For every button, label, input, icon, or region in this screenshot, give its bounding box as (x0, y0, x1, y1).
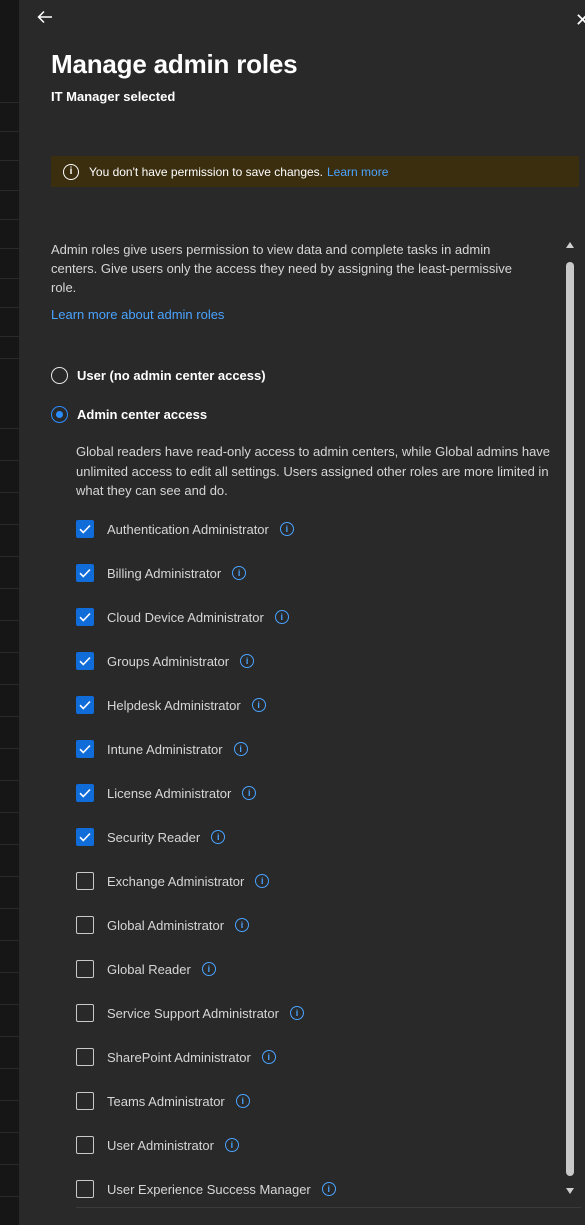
info-icon[interactable]: i (211, 830, 226, 844)
radio-unselected-icon (51, 367, 68, 384)
info-icon[interactable]: i (255, 874, 270, 888)
role-item: Security Reader i (76, 815, 556, 859)
role-label: Cloud Device Administrator (107, 609, 264, 625)
panel-title: Manage admin roles (51, 49, 298, 79)
role-checkbox[interactable] (76, 1004, 94, 1022)
close-button[interactable]: ✕ (575, 8, 585, 32)
role-label: Security Reader (107, 829, 201, 845)
role-item: Global Reader i (76, 947, 556, 991)
info-icon[interactable]: i (321, 1182, 336, 1196)
role-checkbox[interactable] (76, 1048, 94, 1066)
role-checkbox[interactable] (76, 872, 94, 890)
admin-roles-description: Admin roles give users permission to vie… (51, 242, 513, 295)
arrow-left-icon (36, 9, 54, 31)
role-item: Helpdesk Administrator i (76, 683, 556, 727)
role-label: SharePoint Administrator (107, 1049, 251, 1065)
role-item: Billing Administrator i (76, 551, 556, 595)
info-icon[interactable]: i (224, 1138, 239, 1152)
radio-selected-icon (51, 406, 68, 423)
info-icon[interactable]: i (201, 962, 216, 976)
role-checkbox[interactable] (76, 784, 94, 802)
role-label: Teams Administrator (107, 1093, 225, 1109)
info-icon[interactable]: i (274, 610, 289, 624)
role-label: User Experience Success Manager (107, 1181, 311, 1197)
info-icon[interactable]: i (233, 742, 248, 756)
role-label: Service Support Administrator (107, 1005, 279, 1021)
role-item: Teams Administrator i (76, 1079, 556, 1123)
close-icon: ✕ (575, 10, 585, 30)
radio-admin-center-access[interactable]: Admin center access (51, 406, 207, 423)
role-checkbox[interactable] (76, 916, 94, 934)
scroll-down-icon[interactable] (566, 1188, 574, 1194)
admin-access-description: Global readers have read-only access to … (76, 444, 551, 498)
back-button[interactable] (33, 8, 57, 32)
role-checkbox[interactable] (76, 652, 94, 670)
info-icon[interactable]: i (251, 698, 266, 712)
role-label: License Administrator (107, 785, 232, 801)
role-item: Cloud Device Administrator i (76, 595, 556, 639)
scroll-up-icon[interactable] (566, 242, 574, 248)
info-icon[interactable]: i (279, 522, 294, 536)
info-icon[interactable]: i (235, 918, 250, 932)
role-label: Intune Administrator (107, 741, 223, 757)
roles-list: Authentication Administrator i Billing Ad… (76, 507, 556, 1211)
role-label: Authentication Administrator (107, 521, 269, 537)
radio-user-no-access[interactable]: User (no admin center access) (51, 367, 266, 384)
role-checkbox[interactable] (76, 740, 94, 758)
role-item: Global Administrator i (76, 903, 556, 947)
role-checkbox[interactable] (76, 960, 94, 978)
list-divider (76, 1207, 581, 1208)
radio-label: User (no admin center access) (77, 368, 266, 383)
info-icon[interactable]: i (240, 654, 255, 668)
roles-scroll-area[interactable]: Admin roles give users permission to vie… (51, 236, 585, 1225)
role-item: Exchange Administrator i (76, 859, 556, 903)
role-checkbox[interactable] (76, 608, 94, 626)
manage-admin-roles-panel: ✕ Manage admin roles IT Manager selected… (19, 0, 585, 1225)
permission-warning-banner: i You don't have permission to save chan… (51, 156, 579, 187)
role-item: Intune Administrator i (76, 727, 556, 771)
role-label: Helpdesk Administrator (107, 697, 241, 713)
role-checkbox[interactable] (76, 520, 94, 538)
role-checkbox[interactable] (76, 1136, 94, 1154)
role-label: Groups Administrator (107, 653, 230, 669)
role-label: Exchange Administrator (107, 873, 245, 889)
scrollbar-thumb[interactable] (566, 262, 574, 1176)
role-label: Global Reader (107, 961, 191, 977)
role-checkbox[interactable] (76, 564, 94, 582)
role-item: License Administrator i (76, 771, 556, 815)
banner-text: You don't have permission to save change… (89, 164, 323, 179)
info-icon[interactable]: i (232, 566, 247, 580)
role-item: Groups Administrator i (76, 639, 556, 683)
role-checkbox[interactable] (76, 828, 94, 846)
role-item: SharePoint Administrator i (76, 1035, 556, 1079)
info-icon[interactable]: i (289, 1006, 304, 1020)
role-checkbox[interactable] (76, 1180, 94, 1198)
role-item: Authentication Administrator i (76, 507, 556, 551)
learn-more-admin-roles-link[interactable]: Learn more about admin roles (51, 307, 224, 322)
info-icon[interactable]: i (242, 786, 257, 800)
role-item: User Administrator i (76, 1123, 556, 1167)
role-item: User Experience Success Manager i (76, 1167, 556, 1211)
radio-label: Admin center access (77, 407, 208, 422)
banner-learn-more-link[interactable]: Learn more (327, 165, 388, 179)
background-page (0, 0, 19, 1225)
role-checkbox[interactable] (76, 1092, 94, 1110)
role-label: User Administrator (107, 1137, 214, 1153)
info-icon[interactable]: i (235, 1094, 250, 1108)
info-icon[interactable]: i (261, 1050, 276, 1064)
role-checkbox[interactable] (76, 696, 94, 714)
info-icon: i (63, 163, 79, 180)
vertical-scrollbar[interactable] (564, 238, 576, 1225)
role-label: Global Administrator (107, 917, 225, 933)
role-item: Service Support Administrator i (76, 991, 556, 1035)
panel-subtitle: IT Manager selected (51, 89, 176, 104)
role-label: Billing Administrator (107, 565, 222, 581)
